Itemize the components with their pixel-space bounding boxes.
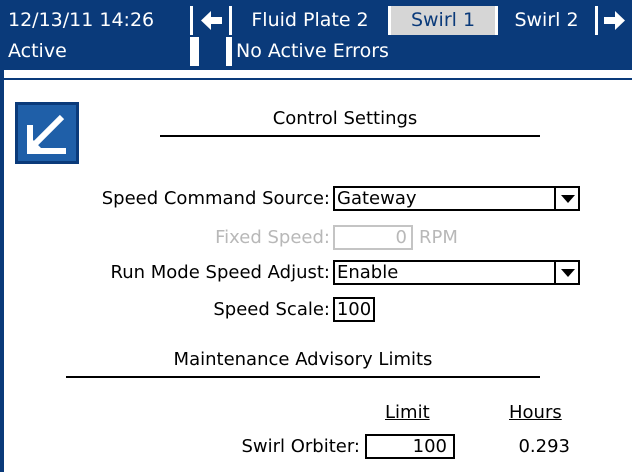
prev-screen-button[interactable] (193, 6, 229, 35)
control-settings-title: Control Settings (272, 108, 418, 129)
run-mode-speed-adjust-select[interactable]: Enable (333, 260, 580, 285)
run-mode-speed-adjust-label: Run Mode Speed Adjust: (110, 262, 330, 283)
top-frame (0, 0, 632, 6)
left-frame (0, 0, 4, 472)
status-indicator-box (199, 37, 226, 66)
status-display: Active (4, 37, 190, 66)
speed-scale-input[interactable]: 100 (333, 297, 375, 322)
chevron-down-icon[interactable] (554, 188, 578, 209)
speed-scale-label: Speed Scale: (213, 299, 330, 320)
limit-column-header: Limit (385, 402, 430, 423)
hours-column-header: Hours (509, 402, 562, 423)
arrow-right-icon (604, 11, 625, 30)
speed-command-source-value: Gateway (337, 188, 417, 209)
swirl-orbiter-limit-input[interactable]: 100 (365, 434, 455, 459)
header-frame-inner (4, 70, 632, 78)
header-row-gap (0, 35, 632, 37)
control-settings-rule (160, 135, 540, 137)
fixed-speed-unit: RPM (419, 227, 458, 248)
datetime-display: 12/13/11 14:26 (4, 6, 190, 35)
maintenance-title: Maintenance Advisory Limits (173, 349, 433, 370)
swirl-orbiter-label: Swirl Orbiter: (241, 436, 360, 457)
run-mode-speed-adjust-value: Enable (337, 262, 399, 283)
fixed-speed-input[interactable]: 0 (333, 225, 413, 250)
fixed-speed-label: Fixed Speed: (215, 227, 330, 248)
edit-icon (27, 114, 66, 154)
speed-command-source-select[interactable]: Gateway (333, 186, 580, 211)
edit-button[interactable] (15, 102, 79, 164)
tab-fluid-plate-2[interactable]: Fluid Plate 2 (232, 6, 388, 35)
swirl-orbiter-hours-value: 0.293 (518, 436, 570, 457)
chevron-down-icon[interactable] (554, 262, 578, 283)
tab-swirl-1[interactable]: Swirl 1 (391, 6, 495, 35)
arrow-left-icon (201, 11, 222, 30)
tab-swirl-2[interactable]: Swirl 2 (498, 6, 595, 35)
speed-command-source-label: Speed Command Source: (101, 188, 330, 209)
error-status-display: No Active Errors (232, 37, 632, 66)
next-screen-button[interactable] (598, 6, 632, 35)
maintenance-rule (66, 376, 540, 378)
